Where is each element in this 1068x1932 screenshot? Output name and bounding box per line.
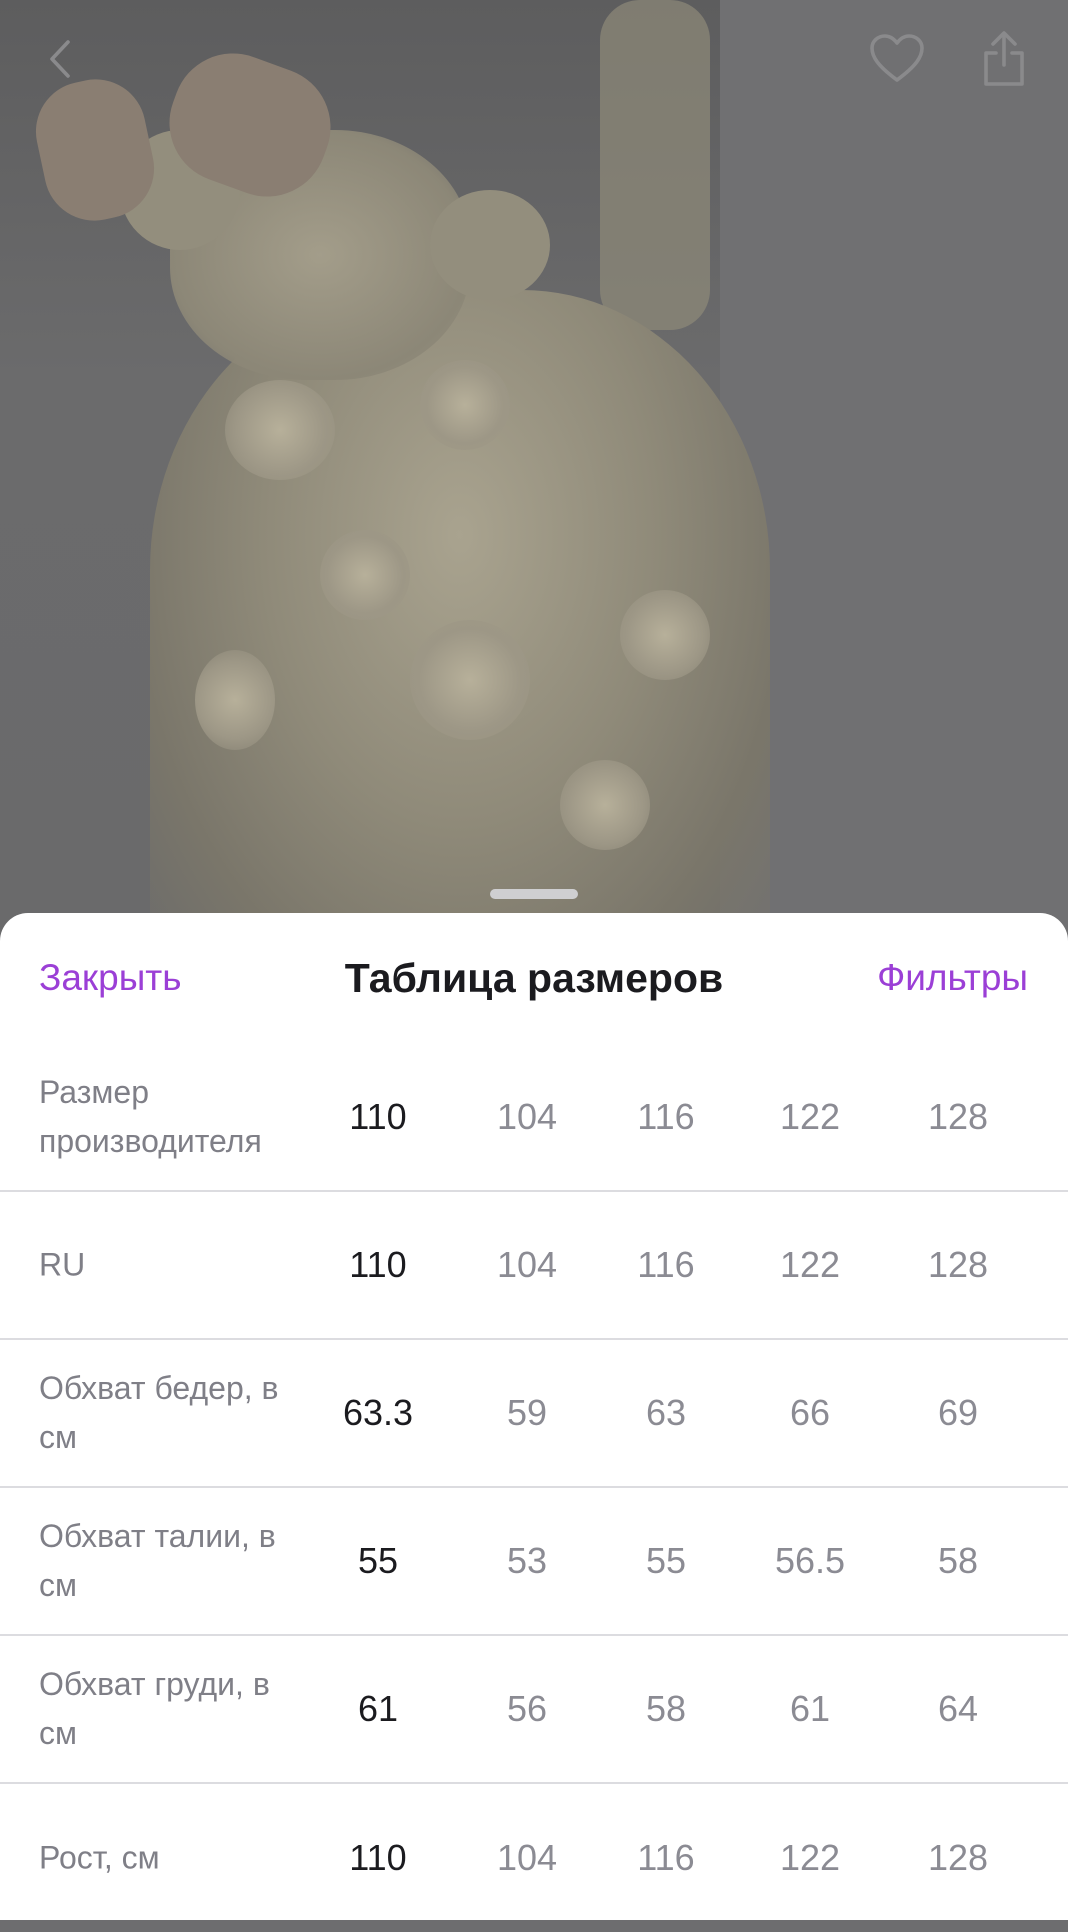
share-button[interactable] — [969, 24, 1039, 94]
size-cell[interactable]: 55 — [646, 1540, 686, 1582]
heart-icon — [870, 34, 924, 82]
table-row-chest: Обхват груди, в см 61 56 58 61 64 — [0, 1636, 1068, 1784]
row-label: Размер производителя — [39, 1074, 262, 1159]
size-cell[interactable]: 116 — [637, 1837, 694, 1879]
size-cell[interactable]: 66 — [790, 1392, 830, 1434]
row-label: Рост, см — [39, 1839, 160, 1876]
size-cell[interactable]: 122 — [780, 1096, 840, 1138]
photo-rose — [410, 620, 530, 740]
size-cell[interactable]: 58 — [938, 1540, 978, 1582]
photo-background — [720, 0, 1068, 940]
photo-hair — [600, 0, 710, 330]
size-table: Размер производителя 110 104 116 122 128… — [0, 1044, 1068, 1932]
size-cell-selected[interactable]: 61 — [358, 1688, 398, 1730]
size-cell[interactable]: 61 — [790, 1688, 830, 1730]
size-cell-selected[interactable]: 63.3 — [343, 1392, 413, 1434]
size-cell[interactable]: 128 — [928, 1244, 988, 1286]
size-cell-selected[interactable]: 55 — [358, 1540, 398, 1582]
favorite-button[interactable] — [862, 24, 932, 94]
size-cell[interactable]: 116 — [637, 1096, 694, 1138]
size-cell[interactable]: 122 — [780, 1837, 840, 1879]
row-label: Обхват талии, в см — [39, 1518, 276, 1603]
size-cell-selected[interactable]: 110 — [349, 1837, 406, 1879]
size-cell-selected[interactable]: 110 — [349, 1244, 406, 1286]
table-row-waist: Обхват талии, в см 55 53 55 56.5 58 — [0, 1488, 1068, 1636]
photo-sleeve-right — [430, 190, 550, 300]
photo-rose — [560, 760, 650, 850]
share-icon — [984, 31, 1024, 86]
size-cell[interactable]: 53 — [507, 1540, 547, 1582]
table-row-hips: Обхват бедер, в см 63.3 59 63 66 69 — [0, 1340, 1068, 1488]
size-cell[interactable]: 104 — [497, 1096, 557, 1138]
photo-rose — [420, 360, 510, 450]
size-cell[interactable]: 56.5 — [775, 1540, 845, 1582]
size-cell[interactable]: 63 — [646, 1392, 686, 1434]
size-cell[interactable]: 56 — [507, 1688, 547, 1730]
table-row-ru: RU 110 104 116 122 128 — [0, 1192, 1068, 1340]
size-cell[interactable]: 128 — [928, 1837, 988, 1879]
sheet-header: Закрыть Таблица размеров Фильтры — [0, 913, 1068, 1045]
size-cell[interactable]: 64 — [938, 1688, 978, 1730]
size-cell[interactable]: 104 — [497, 1244, 557, 1286]
filters-button[interactable]: Фильтры — [877, 957, 1028, 999]
size-cell[interactable]: 122 — [780, 1244, 840, 1286]
photo-rose — [225, 380, 335, 480]
photo-rose — [195, 650, 275, 750]
photo-rose — [620, 590, 710, 680]
size-cell-selected[interactable]: 110 — [349, 1096, 406, 1138]
size-cell[interactable]: 59 — [507, 1392, 547, 1434]
size-cell[interactable]: 69 — [938, 1392, 978, 1434]
row-label: RU — [39, 1246, 86, 1283]
sheet-grabber[interactable] — [490, 889, 578, 899]
size-cell[interactable]: 104 — [497, 1837, 557, 1879]
row-label: Обхват бедер, в см — [39, 1370, 279, 1455]
size-cell[interactable]: 128 — [928, 1096, 988, 1138]
row-label: Обхват груди, в см — [39, 1666, 270, 1751]
back-button[interactable] — [26, 24, 96, 94]
size-cell[interactable]: 58 — [646, 1688, 686, 1730]
photo-rose — [320, 530, 410, 620]
table-row-height: Рост, см 110 104 116 122 128 — [0, 1784, 1068, 1932]
chevron-left-icon — [50, 40, 70, 78]
size-table-sheet: Закрыть Таблица размеров Фильтры Размер … — [0, 913, 1068, 1920]
size-cell[interactable]: 116 — [637, 1244, 694, 1286]
product-photo — [0, 0, 1068, 940]
table-row-manufacturer-size: Размер производителя 110 104 116 122 128 — [0, 1044, 1068, 1192]
